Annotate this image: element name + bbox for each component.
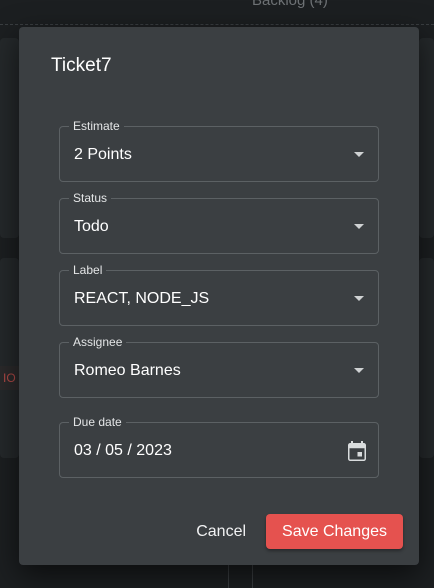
label-select[interactable]: Label REACT, NODE_JS [59,262,379,326]
assignee-select[interactable]: Assignee Romeo Barnes [59,334,379,398]
chevron-down-icon [354,224,364,229]
edit-ticket-dialog: Ticket7 Estimate 2 Points Status Todo La… [19,27,419,565]
assignee-label: Assignee [69,334,127,350]
assignee-value: Romeo Barnes [74,362,181,379]
cancel-button[interactable]: Cancel [186,515,256,549]
due-date-input[interactable]: Due date 03 / 05 / 2023 [59,414,379,478]
due-date-label: Due date [69,414,126,430]
background-tag: IO [0,366,20,390]
status-value: Todo [74,218,109,235]
dialog-actions: Cancel Save Changes [186,514,403,549]
estimate-select[interactable]: Estimate 2 Points [59,118,379,182]
calendar-icon[interactable] [348,441,366,461]
estimate-label: Estimate [69,118,124,134]
due-date-value: 03 / 05 / 2023 [74,442,172,459]
chevron-down-icon [354,368,364,373]
background-card [419,38,434,238]
save-changes-button[interactable]: Save Changes [266,514,403,549]
column-divider [0,24,434,25]
dialog-title: Ticket7 [51,55,112,76]
background-card [0,258,19,458]
chevron-down-icon [354,152,364,157]
status-label: Status [69,190,112,206]
chevron-down-icon [354,296,364,301]
background-card [419,258,434,458]
label-label: Label [69,262,107,278]
estimate-value: 2 Points [74,146,132,163]
column-header: Backlog (4) [252,0,328,9]
background-card [0,38,19,238]
label-value: REACT, NODE_JS [74,290,210,307]
status-select[interactable]: Status Todo [59,190,379,254]
